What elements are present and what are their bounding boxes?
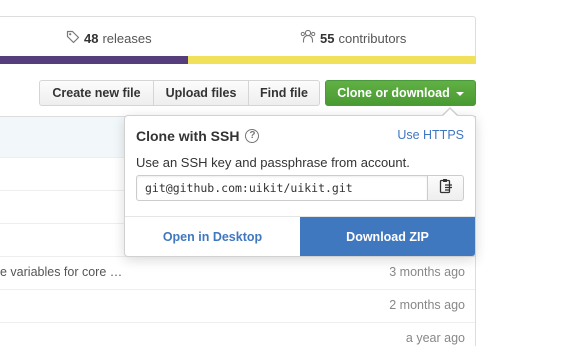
copy-to-clipboard-button[interactable] <box>427 175 464 201</box>
commit-message[interactable]: e variables for core … <box>0 265 122 279</box>
ssh-description: Use an SSH key and passphrase from accou… <box>136 155 410 170</box>
row-divider <box>0 289 475 290</box>
create-new-file-button[interactable]: Create new file <box>39 80 154 106</box>
help-icon[interactable]: ? <box>245 129 260 143</box>
find-file-button[interactable]: Find file <box>248 80 320 106</box>
language-bar-segment <box>188 56 476 64</box>
commit-age: a year ago <box>405 331 465 345</box>
commit-age: 3 months ago <box>389 265 465 279</box>
language-bar-segment <box>0 56 188 64</box>
clipboard-icon <box>439 178 453 199</box>
clone-popover: Clone with SSH ? Use HTTPS Use an SSH ke… <box>124 115 476 257</box>
commit-age: 2 months ago <box>389 298 465 312</box>
releases-label: releases <box>102 30 152 46</box>
contributors-count: 55 <box>320 30 335 46</box>
popover-title-text: Clone with SSH <box>136 128 240 144</box>
clone-or-download-label: Clone or download <box>337 86 450 100</box>
open-in-desktop-button[interactable]: Open in Desktop <box>125 217 300 256</box>
releases-count: 48 <box>84 30 99 46</box>
contributors-label: contributors <box>338 30 407 46</box>
upload-files-button[interactable]: Upload files <box>153 80 249 106</box>
popover-title: Clone with SSH ? <box>136 128 260 144</box>
clone-or-download-button[interactable]: Clone or download <box>325 80 476 106</box>
people-icon <box>300 29 316 47</box>
caret-down-icon <box>455 91 464 96</box>
row-divider <box>0 322 475 323</box>
contributors-link[interactable]: 55 contributors <box>300 29 407 47</box>
popover-arrow <box>442 109 458 117</box>
download-zip-button[interactable]: Download ZIP <box>300 217 475 256</box>
tag-icon <box>66 30 80 47</box>
releases-link[interactable]: 48 releases <box>66 30 152 46</box>
use-https-link[interactable]: Use HTTPS <box>397 128 464 142</box>
clone-url-input[interactable]: git@github.com:uikit/uikit.git <box>136 175 428 201</box>
